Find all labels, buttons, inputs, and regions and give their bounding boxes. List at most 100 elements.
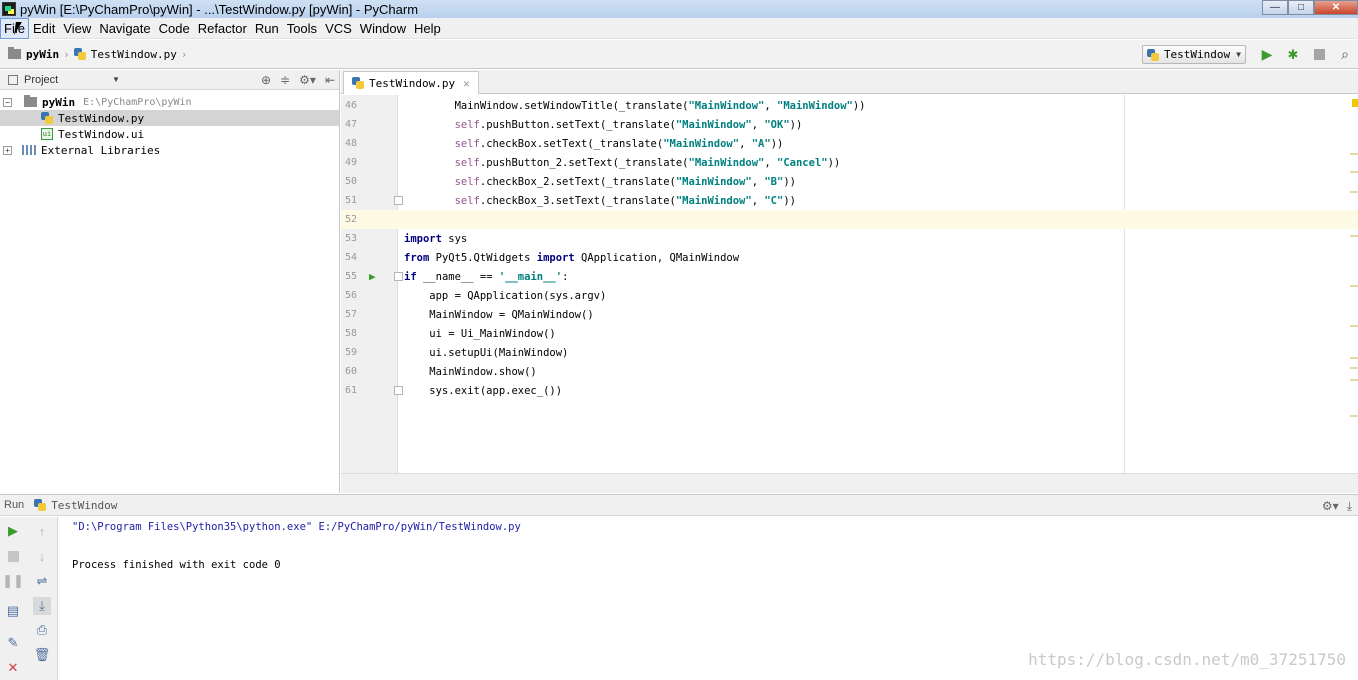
- debug-button[interactable]: ✱: [1284, 46, 1302, 64]
- stripe-marker[interactable]: [1350, 285, 1358, 287]
- tab-label: TestWindow.py: [369, 76, 456, 90]
- code-line: 54 from PyQt5.QtWidgets import QApplicat…: [341, 248, 1358, 267]
- error-stripe[interactable]: [1350, 95, 1358, 473]
- line-number: 56: [344, 290, 357, 301]
- tab-testwindow-py[interactable]: TestWindow.py ✕: [343, 71, 479, 94]
- maximize-icon[interactable]: □: [1288, 0, 1314, 15]
- stripe-marker[interactable]: [1350, 357, 1358, 359]
- stripe-marker[interactable]: [1350, 235, 1358, 237]
- run-config-select[interactable]: TestWindow ▼: [1141, 45, 1246, 64]
- collapse-icon[interactable]: −: [3, 97, 12, 107]
- python-file-icon: [34, 499, 47, 511]
- breadcrumb: pyWin › TestWindow.py ›: [0, 47, 191, 61]
- code-line: 49 self.pushButton_2.setText(_translate(…: [341, 153, 1358, 172]
- code-line: 46 MainWindow.setWindowTitle(_translate(…: [341, 96, 1358, 115]
- hide-panel-icon[interactable]: ⤓: [1347, 499, 1352, 514]
- console-exit-line: Process finished with exit code 0: [72, 559, 281, 571]
- close-icon[interactable]: ✕: [1314, 0, 1358, 15]
- code-text: self.pushButton_2.setText(_translate("Ma…: [454, 156, 841, 169]
- fold-marker-icon[interactable]: [394, 272, 403, 281]
- run-panel-tools: ⚙▾ ⤓: [1314, 495, 1352, 517]
- stripe-marker[interactable]: [1350, 191, 1358, 193]
- menu-run[interactable]: Run: [251, 18, 283, 39]
- line-number: 51: [344, 195, 357, 206]
- close-icon[interactable]: ✕: [4, 659, 22, 677]
- stripe-marker[interactable]: [1350, 415, 1358, 417]
- tree-item-label: pyWin: [42, 95, 76, 109]
- line-number: 52: [344, 214, 357, 225]
- trash-icon[interactable]: 🗑: [33, 646, 51, 664]
- close-icon[interactable]: ✕: [463, 77, 470, 90]
- stripe-marker[interactable]: [1350, 171, 1358, 173]
- chevron-down-icon[interactable]: ▼: [112, 75, 120, 84]
- fold-marker-icon[interactable]: [394, 386, 403, 395]
- code-text: import sys: [404, 232, 468, 245]
- menu-bar: File Edit View Navigate Code Refactor Ru…: [0, 17, 1358, 39]
- gear-icon[interactable]: ⚙▾: [1322, 499, 1339, 513]
- pause-icon[interactable]: ❚❚: [2, 572, 24, 590]
- menu-window[interactable]: Window: [356, 18, 410, 39]
- menu-code[interactable]: Code: [155, 18, 194, 39]
- run-panel-header: Run TestWindow ⚙▾ ⤓: [0, 494, 1358, 516]
- run-tab[interactable]: TestWindow: [34, 499, 117, 512]
- breadcrumb-file[interactable]: TestWindow.py: [91, 48, 177, 61]
- rerun-button[interactable]: ▶: [4, 522, 22, 540]
- run-button[interactable]: ▶: [1258, 46, 1276, 64]
- code-line: 55 ▶ if __name__ == '__main__':: [341, 267, 1358, 286]
- warning-marker[interactable]: [1352, 99, 1358, 107]
- run-config-label: TestWindow: [1163, 48, 1231, 61]
- gear-icon[interactable]: ⚙▾: [299, 73, 316, 87]
- code-line: 48 self.checkBox.setText(_translate("Mai…: [341, 134, 1358, 153]
- tree-item-project-root[interactable]: − pyWin E:\PyChamPro\pyWin: [0, 94, 339, 110]
- stop-button[interactable]: [1310, 46, 1328, 64]
- soft-wrap-icon[interactable]: ⇌: [33, 572, 51, 590]
- print-icon[interactable]: ⎙: [33, 621, 51, 639]
- layout-icon[interactable]: ▤: [4, 602, 22, 620]
- menu-help[interactable]: Help: [410, 18, 445, 39]
- code-text: self.checkBox_3.setText(_translate("Main…: [454, 194, 796, 207]
- tree-item-testwindow-ui[interactable]: ui TestWindow.ui: [0, 126, 339, 142]
- code-line: 56 app = QApplication(sys.argv): [341, 286, 1358, 305]
- menu-edit[interactable]: Edit: [29, 18, 59, 39]
- minimize-icon[interactable]: —: [1262, 0, 1288, 15]
- fold-marker-icon[interactable]: [394, 196, 403, 205]
- hide-panel-icon[interactable]: ⇤: [325, 73, 335, 87]
- scroll-up-icon[interactable]: ↑: [33, 522, 51, 540]
- code-line: 58 ui = Ui_MainWindow(): [341, 324, 1358, 343]
- menu-refactor[interactable]: Refactor: [194, 18, 251, 39]
- stripe-marker[interactable]: [1350, 379, 1358, 381]
- line-number: 54: [344, 252, 357, 263]
- collapse-all-icon[interactable]: ≑: [280, 73, 290, 87]
- stripe-marker[interactable]: [1350, 153, 1358, 155]
- scroll-from-source-icon[interactable]: ⊕: [261, 73, 271, 87]
- title-bar: pyWin [E:\PyChamPro\pyWin] - ...\TestWin…: [0, 0, 1358, 18]
- menu-navigate[interactable]: Navigate: [95, 18, 154, 39]
- code-editor[interactable]: 46 MainWindow.setWindowTitle(_translate(…: [341, 95, 1358, 473]
- breadcrumb-project[interactable]: pyWin: [26, 48, 59, 61]
- code-line: 47 self.pushButton.setText(_translate("M…: [341, 115, 1358, 134]
- scroll-down-icon[interactable]: ↓: [33, 547, 51, 565]
- run-toolbar-top: TestWindow ▼ ▶ ✱ ⌕: [1141, 40, 1358, 69]
- project-panel: Project ▼ ⊕ ≑ ⚙▾ ⇤ − pyWin E:\PyChamPro\…: [0, 70, 340, 493]
- run-gutter-icon[interactable]: ▶: [369, 270, 376, 283]
- project-view-select[interactable]: Project: [24, 74, 58, 86]
- tree-item-external-libraries[interactable]: + External Libraries: [0, 142, 339, 158]
- menu-view[interactable]: View: [59, 18, 95, 39]
- pin-icon[interactable]: ✎: [4, 634, 22, 652]
- stop-button[interactable]: [4, 547, 22, 565]
- menu-tools[interactable]: Tools: [283, 18, 321, 39]
- code-text: from PyQt5.QtWidgets import QApplication…: [404, 251, 740, 264]
- scroll-to-end-icon[interactable]: ⤓: [33, 597, 51, 615]
- editor-horizontal-scroll[interactable]: [341, 473, 1358, 493]
- tree-item-testwindow-py[interactable]: TestWindow.py: [0, 110, 339, 126]
- stripe-marker[interactable]: [1350, 325, 1358, 327]
- expand-icon[interactable]: +: [3, 145, 12, 155]
- menu-vcs[interactable]: VCS: [321, 18, 356, 39]
- search-everywhere-button[interactable]: ⌕: [1336, 46, 1354, 64]
- chevron-down-icon: ▼: [1236, 50, 1241, 59]
- line-number: 47: [344, 119, 357, 130]
- python-file-icon: [41, 112, 53, 124]
- code-text: if __name__ == '__main__':: [404, 270, 569, 283]
- stripe-marker[interactable]: [1350, 367, 1358, 369]
- run-side-toolbar: ▶ ↑ ↓ ❚❚ ⇌ ▤ ⤓ ⎙ ✎ 🗑 ✕: [0, 517, 58, 680]
